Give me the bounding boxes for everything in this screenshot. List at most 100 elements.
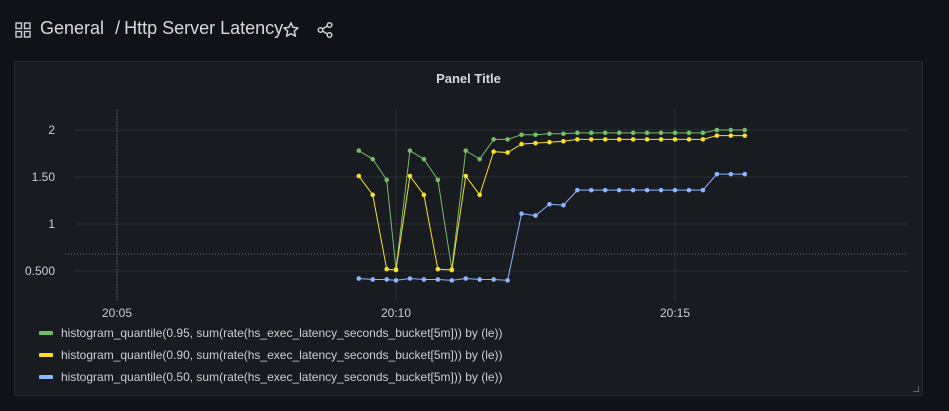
- legend-label: histogram_quantile(0.50, sum(rate(hs_exe…: [61, 370, 503, 384]
- data-point: [742, 127, 748, 133]
- data-point: [491, 137, 496, 142]
- graph-panel[interactable]: Panel Title 0.500 1 1.50 2 20:05 20:10 20:15 h…: [14, 61, 923, 396]
- data-point: [477, 277, 483, 282]
- data-point: [533, 132, 538, 137]
- data-point: [672, 130, 678, 136]
- data-point: [602, 137, 608, 142]
- data-point: [477, 156, 483, 162]
- data-point: [714, 133, 720, 138]
- data-point: [644, 187, 650, 193]
- dashboard-header: General / Http Server Latency: [0, 0, 949, 60]
- data-point: [686, 187, 692, 193]
- y-tick-label: 1.50: [32, 170, 56, 184]
- x-tick-label: 20:05: [102, 306, 132, 317]
- data-point: [421, 277, 427, 282]
- data-point: [533, 213, 538, 218]
- data-point: [575, 137, 580, 142]
- data-point: [421, 156, 427, 162]
- data-point: [463, 276, 469, 281]
- data-point: [742, 171, 748, 177]
- data-point: [672, 187, 678, 193]
- data-point: [519, 132, 524, 137]
- data-point: [589, 130, 594, 136]
- data-point: [547, 201, 552, 207]
- y-tick-label: 0.500: [25, 264, 55, 278]
- data-point: [491, 149, 496, 154]
- data-point: [644, 137, 650, 142]
- data-point: [435, 277, 441, 282]
- data-point: [505, 137, 510, 142]
- data-point: [714, 171, 720, 177]
- data-point: [463, 148, 469, 153]
- data-point: [547, 139, 552, 145]
- data-point: [435, 266, 441, 272]
- data-point: [658, 137, 664, 142]
- data-point: [421, 192, 427, 198]
- data-point: [356, 148, 362, 153]
- resize-handle-icon[interactable]: [913, 386, 919, 392]
- data-point: [393, 267, 399, 273]
- data-point: [644, 130, 650, 136]
- data-point: [630, 130, 636, 136]
- legend-item[interactable]: histogram_quantile(0.50, sum(rate(hs_exe…: [39, 366, 503, 388]
- data-point: [561, 131, 566, 137]
- data-point: [407, 276, 413, 281]
- data-point: [519, 141, 524, 147]
- legend-item[interactable]: histogram_quantile(0.90, sum(rate(hs_exe…: [39, 344, 503, 366]
- data-point: [384, 177, 390, 183]
- data-point: [728, 133, 734, 138]
- data-point: [477, 192, 483, 198]
- data-point: [589, 137, 594, 142]
- data-point: [370, 277, 376, 282]
- data-point: [630, 137, 636, 142]
- legend-swatch: [39, 353, 53, 357]
- share-icon[interactable]: [316, 21, 334, 39]
- data-point: [407, 148, 413, 153]
- data-point: [384, 277, 390, 282]
- data-point: [616, 187, 622, 193]
- data-point: [533, 140, 538, 146]
- legend-label: histogram_quantile(0.90, sum(rate(hs_exe…: [61, 348, 503, 362]
- data-point: [616, 130, 622, 136]
- data-point: [547, 131, 552, 137]
- dashboard-title[interactable]: Http Server Latency: [124, 18, 283, 38]
- data-point: [370, 192, 376, 198]
- series-line-1: [358, 135, 745, 271]
- data-point: [658, 187, 664, 193]
- y-tick-label: 2: [48, 123, 55, 137]
- latency-chart[interactable]: 0.500 1 1.50 2 20:05 20:10 20:15: [15, 62, 924, 317]
- data-point: [491, 277, 496, 282]
- data-point: [616, 137, 622, 142]
- breadcrumb-folder[interactable]: General: [40, 18, 104, 38]
- data-point: [602, 187, 608, 193]
- data-point: [356, 276, 362, 281]
- data-point: [728, 127, 734, 133]
- data-point: [356, 173, 362, 179]
- breadcrumb-separator: /: [115, 18, 121, 38]
- series-line-0: [358, 129, 745, 270]
- data-point: [700, 187, 706, 193]
- legend-label: histogram_quantile(0.95, sum(rate(hs_exe…: [61, 326, 503, 340]
- legend-item[interactable]: histogram_quantile(0.95, sum(rate(hs_exe…: [39, 322, 503, 344]
- data-point: [370, 156, 376, 162]
- data-point: [700, 137, 706, 142]
- data-point: [742, 133, 748, 138]
- data-point: [505, 150, 510, 155]
- data-point: [700, 130, 706, 136]
- grid-icon[interactable]: [15, 22, 31, 38]
- data-point: [589, 187, 594, 193]
- data-point: [672, 137, 678, 142]
- x-tick-label: 20:10: [381, 306, 411, 317]
- chart-legend: histogram_quantile(0.95, sum(rate(hs_exe…: [39, 322, 503, 388]
- legend-swatch: [39, 375, 53, 379]
- data-point: [463, 173, 469, 179]
- data-point: [728, 171, 734, 177]
- data-point: [686, 130, 692, 136]
- data-point: [714, 127, 720, 133]
- data-point: [449, 267, 455, 273]
- star-icon[interactable]: [282, 21, 300, 39]
- data-point: [686, 137, 692, 142]
- data-point: [575, 130, 580, 136]
- data-point: [561, 202, 566, 208]
- data-point: [393, 278, 399, 283]
